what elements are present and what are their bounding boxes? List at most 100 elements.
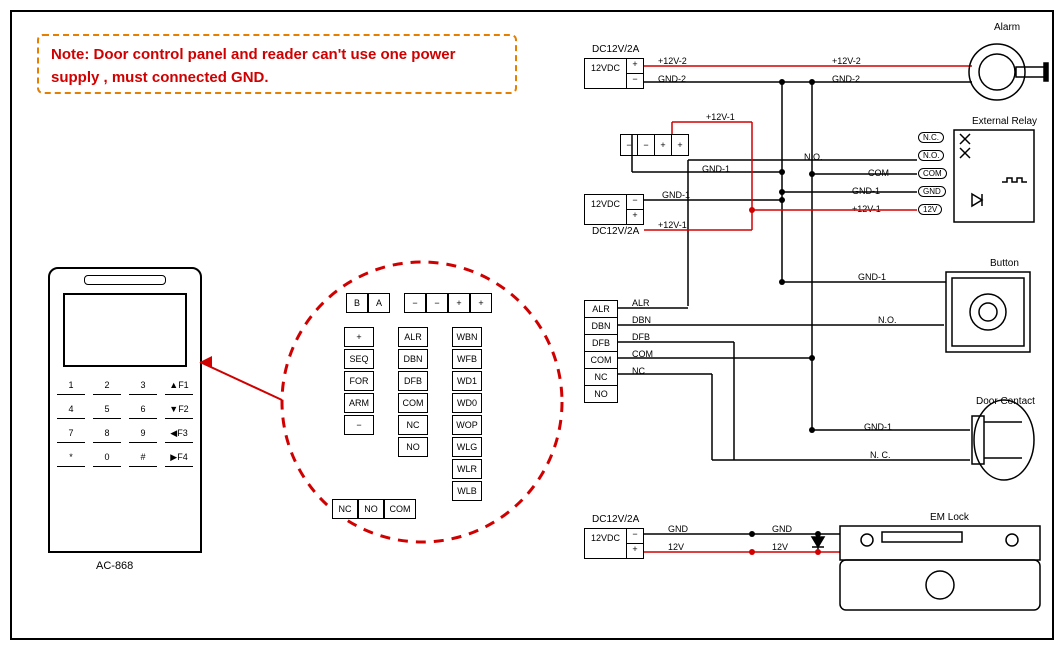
pin-b: B bbox=[346, 293, 368, 313]
w-12v2-b: +12V-2 bbox=[832, 56, 861, 66]
pin-c3-1: WFB bbox=[452, 349, 482, 369]
pb-2: + bbox=[655, 135, 672, 155]
device-panel: 1 2 3 ▲F1 4 5 6 ▼F2 7 8 9 ◀F3 * 0 # ▶F4 bbox=[48, 267, 202, 553]
ps1-text: 12VDC bbox=[585, 59, 627, 88]
key-3: 3 bbox=[129, 377, 157, 395]
relay-12v: 12V bbox=[918, 204, 942, 215]
pin-c3-5: WLG bbox=[452, 437, 482, 457]
ps3-rating: DC12V/2A bbox=[592, 514, 639, 525]
w-gnd1-c: GND-1 bbox=[852, 186, 880, 196]
key-4: 4 bbox=[57, 401, 85, 419]
w-dbn: DBN bbox=[632, 315, 651, 325]
key-0: 0 bbox=[93, 449, 121, 467]
pin-c2-0: ALR bbox=[398, 327, 428, 347]
pin-c1-4: − bbox=[344, 415, 374, 435]
pin-c3-3: WD0 bbox=[452, 393, 482, 413]
key-2: 2 bbox=[93, 377, 121, 395]
at-alr: ALR bbox=[585, 301, 617, 318]
relay-label: External Relay bbox=[972, 116, 1037, 127]
w-gnd1-b: GND-1 bbox=[662, 190, 690, 200]
pin-col1: + SEQ FOR ARM − bbox=[344, 326, 374, 436]
pin-c1-3: ARM bbox=[344, 393, 374, 413]
pin-col2: ALR DBN DFB COM NC NO bbox=[398, 326, 428, 458]
key-f1: ▲F1 bbox=[165, 377, 193, 395]
w-com-a: COM bbox=[868, 168, 889, 178]
ps3-text: 12VDC bbox=[585, 529, 627, 558]
key-6: 6 bbox=[129, 401, 157, 419]
ps2-rating: DC12V/2A bbox=[592, 226, 639, 237]
pin-c3-4: WOP bbox=[452, 415, 482, 435]
w-gnd1-e: GND-1 bbox=[864, 422, 892, 432]
key-f2: ▼F2 bbox=[165, 401, 193, 419]
w-gnd-a: GND bbox=[668, 524, 688, 534]
pb-1: − bbox=[638, 135, 655, 155]
device-screen bbox=[63, 293, 187, 367]
relay-nc: N.C. bbox=[918, 132, 944, 143]
w-gnd1-a: GND-1 bbox=[702, 164, 730, 174]
w-nc-b: N. C. bbox=[870, 450, 891, 460]
w-gnd2-a: GND-2 bbox=[658, 74, 686, 84]
w-nc: NC bbox=[632, 366, 645, 376]
key-f4: ▶F4 bbox=[165, 449, 193, 467]
w-no-b: N.O. bbox=[878, 315, 897, 325]
pin-b-no: NO bbox=[358, 499, 384, 519]
pin-row-bottom: NC NO COM bbox=[332, 498, 416, 520]
pin-c2-2: DFB bbox=[398, 371, 428, 391]
ps3: 12VDC − + bbox=[584, 528, 644, 559]
pin-c2-5: NO bbox=[398, 437, 428, 457]
device-speaker bbox=[84, 275, 166, 285]
pin-plus1: + bbox=[448, 293, 470, 313]
relay-com: COM bbox=[918, 168, 947, 179]
key-5: 5 bbox=[93, 401, 121, 419]
pin-c2-3: COM bbox=[398, 393, 428, 413]
ps2-text: 12VDC bbox=[585, 195, 627, 224]
pin-col3: WBN WFB WD1 WD0 WOP WLG WLR WLB bbox=[452, 326, 482, 502]
at-com: COM bbox=[585, 352, 617, 369]
w-12v-b: 12V bbox=[772, 542, 788, 552]
w-alr: ALR bbox=[632, 298, 650, 308]
power-block: − − + + bbox=[620, 134, 689, 156]
key-9: 9 bbox=[129, 425, 157, 443]
at-no: NO bbox=[585, 386, 617, 402]
pin-a: A bbox=[368, 293, 390, 313]
pin-b-nc: NC bbox=[332, 499, 358, 519]
key-7: 7 bbox=[57, 425, 85, 443]
pin-minus1: − bbox=[404, 293, 426, 313]
wiring-diagram: Note: Door control panel and reader can'… bbox=[10, 10, 1054, 640]
relay-gnd: GND bbox=[918, 186, 946, 197]
pin-c3-6: WLR bbox=[452, 459, 482, 479]
ps2: 12VDC − + bbox=[584, 194, 644, 225]
w-12v1-b: +12V-1 bbox=[852, 204, 881, 214]
note-box: Note: Door control panel and reader can'… bbox=[37, 34, 517, 94]
pin-c1-2: FOR bbox=[344, 371, 374, 391]
at-nc: NC bbox=[585, 369, 617, 386]
note-text: Note: Door control panel and reader can'… bbox=[51, 44, 503, 89]
pin-c2-1: DBN bbox=[398, 349, 428, 369]
pin-c1-0: + bbox=[344, 327, 374, 347]
device-model: AC-868 bbox=[96, 560, 133, 572]
w-12v1-a: +12V-1 bbox=[706, 112, 735, 122]
key-8: 8 bbox=[93, 425, 121, 443]
w-gnd-b: GND bbox=[772, 524, 792, 534]
device-keypad: 1 2 3 ▲F1 4 5 6 ▼F2 7 8 9 ◀F3 * 0 # ▶F4 bbox=[50, 377, 200, 467]
button-label: Button bbox=[990, 258, 1019, 269]
w-12v2-a: +12V-2 bbox=[658, 56, 687, 66]
pin-callout: B A − − + + + SEQ FOR ARM − ALR DBN DFB … bbox=[282, 262, 562, 542]
key-f3: ◀F3 bbox=[165, 425, 193, 443]
key-1: 1 bbox=[57, 377, 85, 395]
w-no-a: N.O. bbox=[804, 152, 823, 162]
ps1-rating: DC12V/2A bbox=[592, 44, 639, 55]
pin-c3-0: WBN bbox=[452, 327, 482, 347]
pin-c3-2: WD1 bbox=[452, 371, 482, 391]
pin-c2-4: NC bbox=[398, 415, 428, 435]
pb-0: − bbox=[621, 135, 638, 155]
w-12v1-c: +12V-1 bbox=[658, 220, 687, 230]
pin-row-power: − − + + bbox=[404, 292, 492, 314]
key-star: * bbox=[57, 449, 85, 467]
alarm-label: Alarm bbox=[994, 22, 1020, 33]
w-gnd1-d: GND-1 bbox=[858, 272, 886, 282]
em-lock-label: EM Lock bbox=[930, 512, 969, 523]
pin-b-com: COM bbox=[384, 499, 416, 519]
w-com-b: COM bbox=[632, 349, 653, 359]
door-contact-label: Door Contact bbox=[976, 396, 1035, 407]
